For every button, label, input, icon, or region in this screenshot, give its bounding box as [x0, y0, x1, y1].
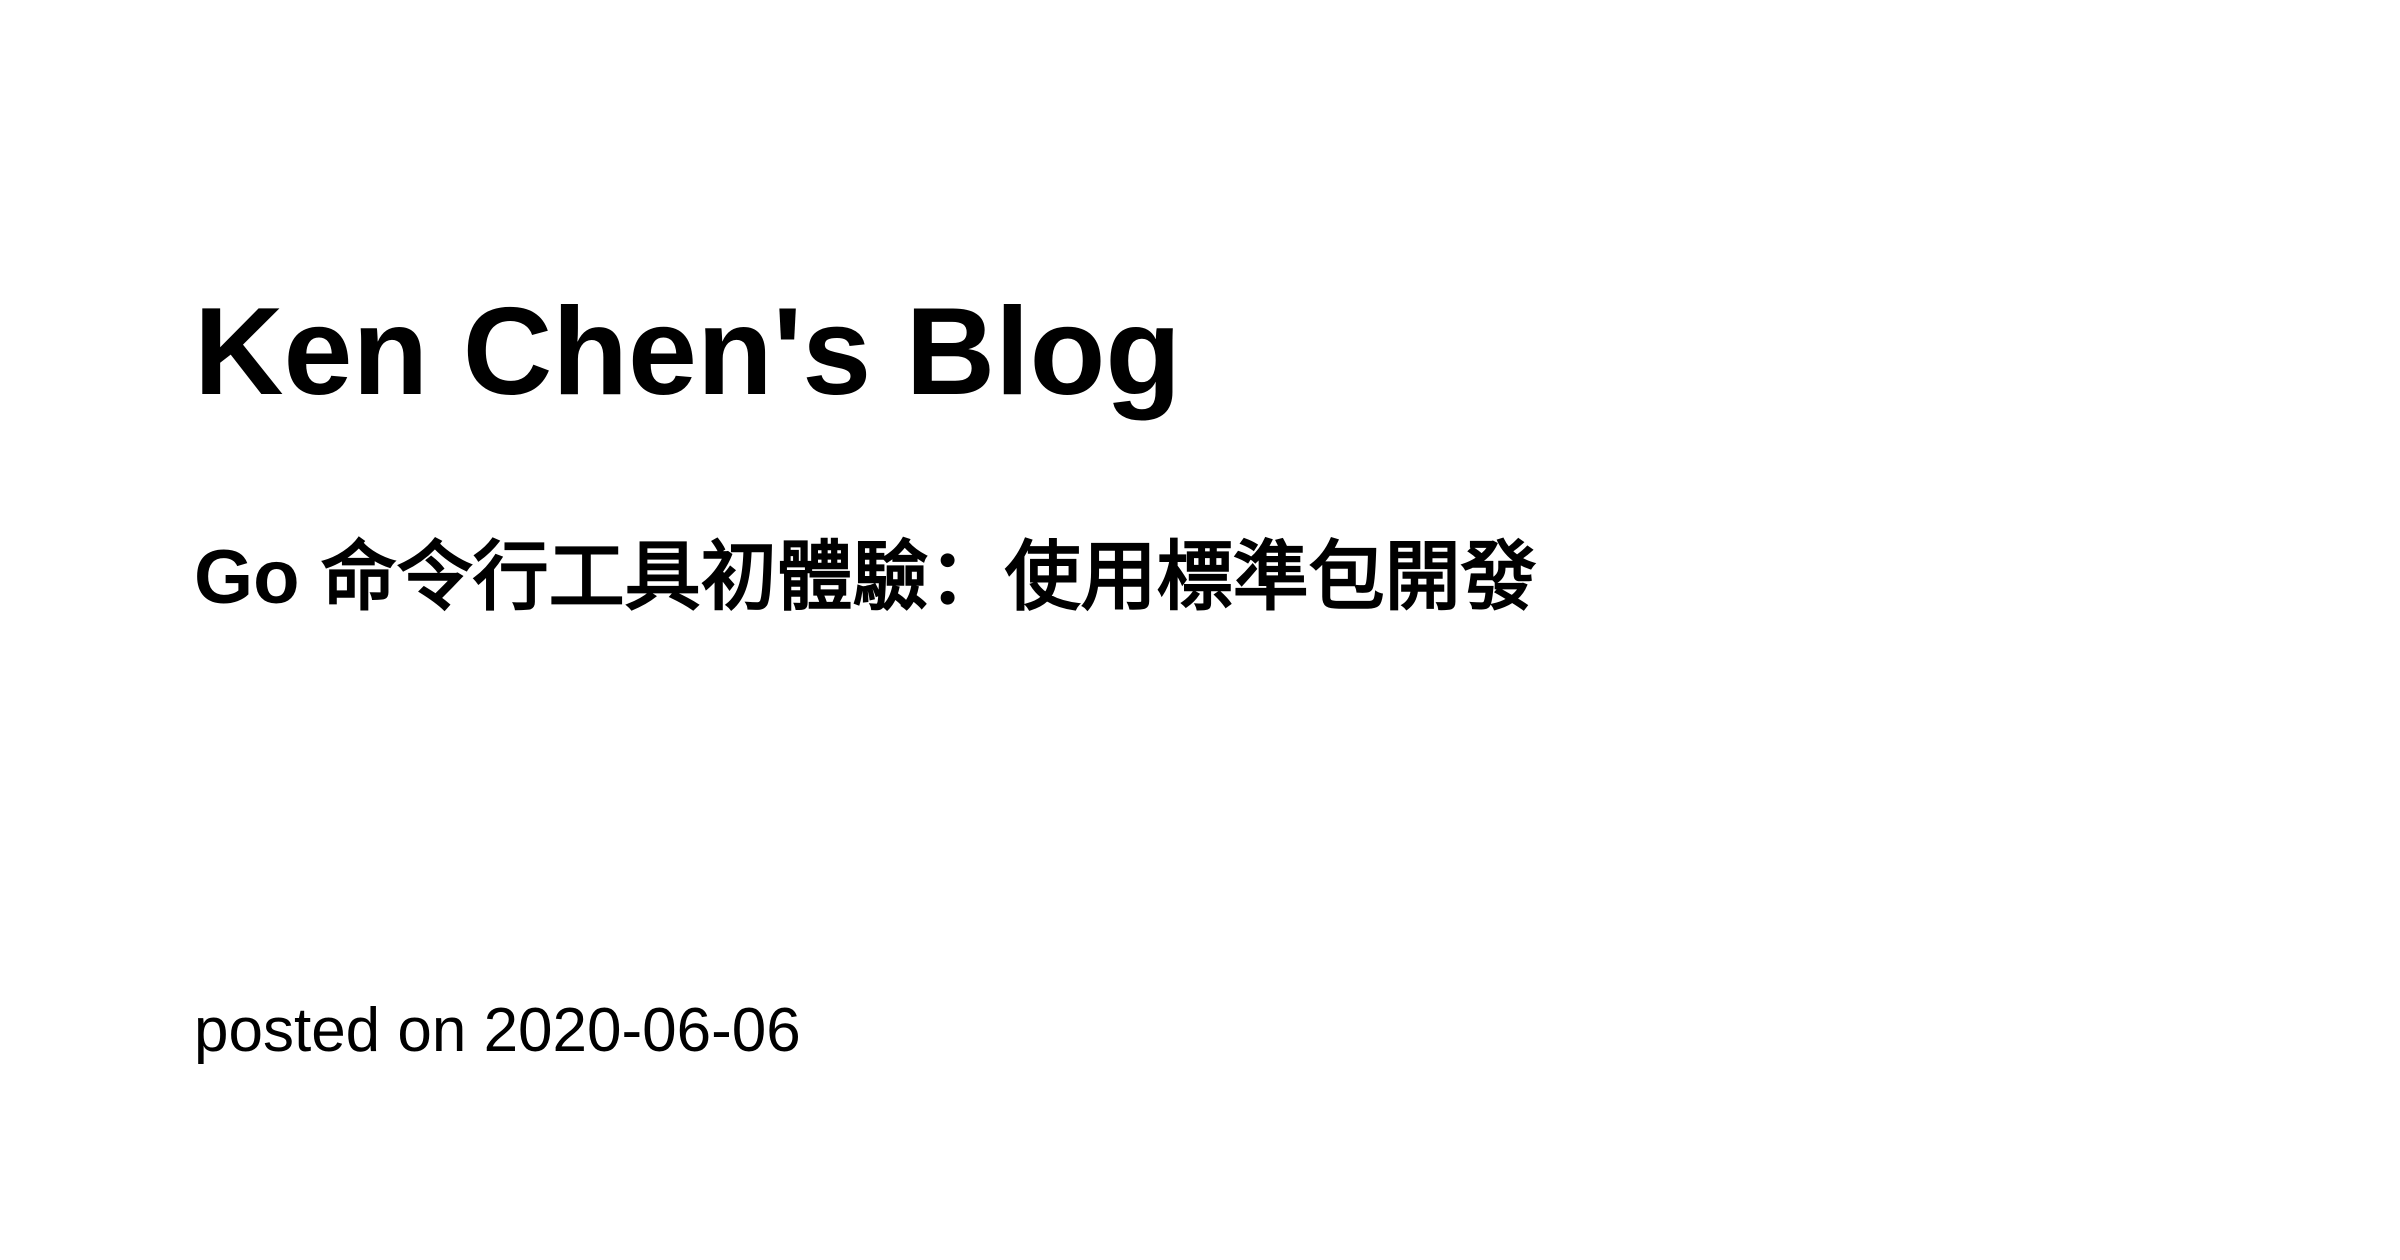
post-title: Go 命令行工具初體驗：使用標準包開發 [194, 535, 1537, 620]
post-date: posted on 2020-06-06 [194, 996, 801, 1065]
site-title: Ken Chen's Blog [194, 283, 1182, 421]
blog-post-card: Ken Chen's Blog Go 命令行工具初體驗：使用標準包開發 post… [0, 0, 2400, 1260]
